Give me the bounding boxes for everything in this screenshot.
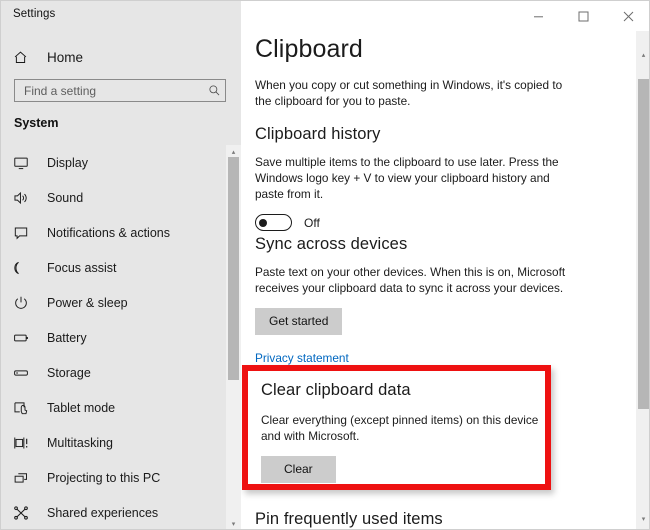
sidebar-item-home-label: Home [47,50,83,65]
sidebar-group-title: System [14,116,58,130]
search-box[interactable] [14,79,226,102]
home-icon [13,50,43,65]
moon-icon [13,260,43,276]
clipboard-history-toggle-state: Off [304,216,320,230]
sidebar-item-shared-experiences[interactable]: Shared experiences [1,495,215,530]
section-sync-body: Paste text on your other devices. When t… [255,264,580,296]
toggle-knob [259,219,267,227]
clipboard-settings-page: Clipboard When you copy or cut something… [241,1,636,530]
storage-icon [13,365,43,381]
sidebar-scrollbar-thumb[interactable] [228,157,239,380]
sidebar-item-projecting-label: Projecting to this PC [47,471,160,485]
sidebar-item-notifications-label: Notifications & actions [47,226,170,240]
sidebar-item-home[interactable]: Home [1,45,216,69]
sidebar-item-storage-label: Storage [47,366,91,380]
sidebar-item-power-sleep-label: Power & sleep [47,296,128,310]
section-pin-frequently-used-items: Pin frequently used items [255,510,580,529]
sidebar-item-notifications[interactable]: Notifications & actions [1,215,215,250]
shared-icon [13,505,43,521]
section-clipboard-history-heading: Clipboard history [255,125,580,144]
power-icon [13,295,43,311]
sidebar-item-tablet-mode-label: Tablet mode [47,401,115,415]
sidebar-item-projecting[interactable]: Projecting to this PC [1,460,215,495]
section-sync-across-devices: Sync across devices Paste text on your o… [255,235,580,367]
section-clear-clipboard-data: Clear clipboard data Clear everything (e… [261,381,543,483]
settings-window: Settings Home System [0,0,650,530]
page-title: Clipboard [255,35,363,64]
privacy-statement-link[interactable]: Privacy statement [255,351,349,365]
sidebar-item-sound-label: Sound [47,191,83,205]
section-pin-heading: Pin frequently used items [255,510,580,529]
app-title: Settings [13,8,55,20]
sidebar-item-display-label: Display [47,156,88,170]
notification-icon [13,225,43,241]
tablet-icon [13,400,43,416]
get-started-button[interactable]: Get started [255,308,342,335]
search-icon[interactable] [203,84,225,97]
sidebar-item-battery[interactable]: Battery [1,320,215,355]
sidebar-item-multitasking[interactable]: Multitasking [1,425,215,460]
clear-clipboard-highlight-box: Clear clipboard data Clear everything (e… [242,365,551,490]
sidebar-item-power-sleep[interactable]: Power & sleep [1,285,215,320]
sidebar-item-focus-assist[interactable]: Focus assist [1,250,215,285]
speaker-icon [13,190,43,206]
search-input[interactable] [15,80,203,101]
content-scroll-up-icon[interactable]: ▴ [636,47,650,63]
projecting-icon [13,470,43,486]
page-intro: When you copy or cut something in Window… [255,77,575,109]
sidebar-nav-list: Display Sound Notifica [1,145,215,530]
section-clipboard-history-body: Save multiple items to the clipboard to … [255,154,580,202]
sidebar-item-sound[interactable]: Sound [1,180,215,215]
sidebar-item-battery-label: Battery [47,331,87,345]
content-scrollbar-thumb[interactable] [638,79,649,409]
clear-button[interactable]: Clear [261,456,336,483]
battery-icon [13,330,43,346]
multitasking-icon [13,435,43,451]
sidebar: Settings Home System [1,1,241,530]
content-scrollbar[interactable]: ▴ ▾ [636,31,650,530]
clipboard-history-toggle[interactable] [255,214,292,231]
monitor-icon [13,155,43,171]
sidebar-item-tablet-mode[interactable]: Tablet mode [1,390,215,425]
sidebar-item-shared-experiences-label: Shared experiences [47,506,158,520]
section-sync-heading: Sync across devices [255,235,580,254]
sidebar-item-multitasking-label: Multitasking [47,436,113,450]
clipboard-history-toggle-row: Off [255,214,580,231]
section-clear-heading: Clear clipboard data [261,381,543,400]
content-scroll-down-icon[interactable]: ▾ [636,511,650,527]
section-clear-body: Clear everything (except pinned items) o… [261,412,543,444]
scroll-down-icon[interactable]: ▾ [226,517,241,530]
sidebar-scrollbar[interactable]: ▴ ▾ [226,145,241,530]
sidebar-item-display[interactable]: Display [1,145,215,180]
content-pane: Clipboard When you copy or cut something… [241,1,650,530]
section-clipboard-history: Clipboard history Save multiple items to… [255,125,580,231]
sidebar-item-focus-assist-label: Focus assist [47,261,116,275]
sidebar-item-storage[interactable]: Storage [1,355,215,390]
